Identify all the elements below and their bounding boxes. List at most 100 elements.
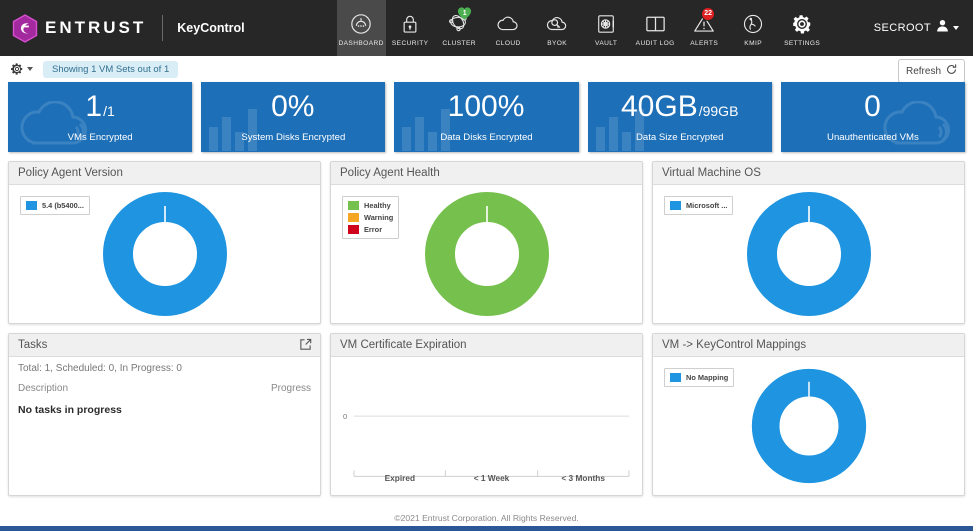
panel-vm-certificate-expiration: VM Certificate Expiration 0 Expired < 1 … [330, 333, 643, 496]
policy-agent-version-chart: 5.4 (b5400... [9, 185, 320, 323]
panel-title: Policy Agent Health [331, 162, 642, 185]
brand-name: ENTRUST [45, 18, 147, 37]
gear-icon [791, 12, 813, 36]
kpi-data-disks-encrypted[interactable]: 100% Data Disks Encrypted [394, 82, 579, 152]
kpi-label: System Disks Encrypted [241, 131, 346, 143]
donut-chart[interactable] [331, 185, 642, 323]
panel-title: Virtual Machine OS [653, 162, 964, 185]
donut-chart[interactable] [653, 185, 964, 323]
tasks-table-header: Description Progress [18, 383, 311, 394]
cluster-nodes-icon: 1 [447, 6, 472, 36]
entrust-hexagon-logo-icon [12, 13, 38, 43]
nav-item-security[interactable]: SECURITY [386, 0, 435, 56]
x-tick-label: Expired [384, 473, 416, 483]
bar-chart-icon [207, 105, 269, 152]
vm-sets-filter-pill[interactable]: Showing 1 VM Sets out of 1 [43, 60, 179, 78]
cluster-health-badge: 1 [457, 6, 472, 21]
kpi-label: Data Size Encrypted [635, 131, 724, 143]
dashboard-panels: Policy Agent Version 5.4 (b5400... Polic… [0, 152, 973, 496]
kpi-value-main: 0 [864, 89, 881, 123]
nav-items: DASHBOARD SECURITY 1 CLUSTER CLOUD BYOK … [336, 0, 827, 56]
kpi-value-suffix: /1 [103, 102, 115, 119]
user-menu[interactable]: SECROOT [874, 19, 959, 37]
footer-copyright: ©2021 Entrust Corporation. All Rights Re… [394, 513, 579, 523]
brand: ENTRUST KeyControl [0, 13, 245, 43]
panel-title: Tasks [18, 339, 48, 351]
vault-safe-icon [596, 12, 616, 36]
product-name: KeyControl [177, 21, 245, 35]
os-taskbar [0, 526, 973, 531]
x-tick-label: < 1 Week [473, 473, 510, 483]
kpi-unauthenticated-vms[interactable]: 0 Unauthenticated VMs [780, 82, 966, 152]
nav-item-alerts[interactable]: 22 ALERTS [680, 0, 729, 56]
refresh-button-label: Refresh [905, 65, 941, 77]
vm-keycontrol-mappings-chart: No Mapping [653, 357, 964, 495]
nav-item-byok[interactable]: BYOK [533, 0, 582, 56]
refresh-icon [946, 64, 957, 78]
top-navigation-bar: ENTRUST KeyControl DASHBOARD SECURITY 1 … [0, 0, 973, 56]
book-open-icon [644, 12, 667, 36]
kpi-value-main: 100% [447, 89, 525, 123]
cluster-badge-count: 1 [462, 9, 467, 17]
chevron-down-icon [953, 26, 959, 30]
nav-item-cloud[interactable]: CLOUD [484, 0, 533, 56]
filter-bar: Showing 1 VM Sets out of 1 Refresh [0, 56, 973, 83]
nav-item-audit-log[interactable]: AUDIT LOG [631, 0, 680, 56]
nav-label-cluster: CLUSTER [442, 39, 476, 47]
donut-chart[interactable] [653, 357, 964, 495]
panel-row-2: Tasks Total: 1, Scheduled: 0, In Progres… [8, 333, 965, 496]
nav-item-settings[interactable]: SETTINGS [778, 0, 827, 56]
cloud-icon [14, 100, 92, 152]
kpi-label: Data Disks Encrypted [440, 131, 533, 143]
virtual-machine-os-chart: Microsoft ... [653, 185, 964, 323]
kpi-data-size-encrypted[interactable]: 40GB/99GB Data Size Encrypted [587, 82, 772, 152]
nav-label-audit-log: AUDIT LOG [635, 39, 675, 47]
cloud-icon [496, 12, 520, 36]
kpi-value: 1/1 [85, 89, 115, 123]
lock-icon [401, 12, 419, 36]
panel-row-1: Policy Agent Version 5.4 (b5400... Polic… [8, 161, 965, 324]
warning-triangle-icon: 22 [692, 6, 716, 36]
nav-label-cloud: CLOUD [495, 39, 521, 47]
refresh-button[interactable]: Refresh [897, 59, 965, 83]
kpi-value: 0 [864, 89, 882, 123]
dashboard-gauge-icon [350, 12, 372, 36]
panel-title-row: Tasks [9, 334, 320, 357]
kpi-value: 100% [447, 89, 526, 123]
nav-item-vault[interactable]: VAULT [582, 0, 631, 56]
nav-label-alerts: ALERTS [690, 39, 719, 47]
kpi-label: Unauthenticated VMs [827, 131, 919, 143]
kpi-system-disks-encrypted[interactable]: 0% System Disks Encrypted [201, 82, 386, 152]
bar-chart-x-axis-labels: Expired < 1 Week < 3 Months [354, 473, 629, 483]
tasks-empty-message: No tasks in progress [18, 404, 122, 416]
kpi-value: 0% [271, 91, 315, 122]
kpi-vms-encrypted[interactable]: 1/1 VMs Encrypted [8, 82, 193, 152]
external-link-icon[interactable] [299, 338, 312, 354]
donut-chart[interactable] [9, 185, 320, 323]
panel-tasks: Tasks Total: 1, Scheduled: 0, In Progres… [8, 333, 321, 496]
app-window: ENTRUST KeyControl DASHBOARD SECURITY 1 … [0, 0, 973, 531]
panel-title: VM Certificate Expiration [331, 334, 642, 357]
nav-label-byok: BYOK [547, 39, 568, 47]
panel-title: Policy Agent Version [9, 162, 320, 185]
nav-label-dashboard: DASHBOARD [338, 39, 384, 47]
nav-item-dashboard[interactable]: DASHBOARD [336, 0, 386, 56]
panel-virtual-machine-os: Virtual Machine OS Microsoft ... [652, 161, 965, 324]
kpi-value-main: 1 [85, 89, 103, 123]
nav-item-cluster[interactable]: 1 CLUSTER [435, 0, 484, 56]
tasks-summary: Total: 1, Scheduled: 0, In Progress: 0 [18, 363, 182, 374]
nav-item-kmip[interactable]: KMIP [729, 0, 778, 56]
chevron-down-icon [27, 67, 33, 71]
x-tick-label: < 3 Months [561, 473, 605, 483]
kpi-label: VMs Encrypted [67, 131, 133, 143]
user-icon [936, 19, 949, 37]
tasks-body: Total: 1, Scheduled: 0, In Progress: 0 D… [9, 357, 320, 495]
panel-policy-agent-version: Policy Agent Version 5.4 (b5400... [8, 161, 321, 324]
gear-dropdown-icon[interactable] [10, 62, 33, 76]
kmip-icon [742, 12, 764, 36]
brand-divider [162, 15, 164, 41]
kpi-value: 40GB/99GB [621, 91, 738, 122]
panel-policy-agent-health: Policy Agent Health Healthy Warning Erro… [330, 161, 643, 324]
vm-certificate-expiration-chart[interactable]: 0 Expired < 1 Week < 3 Months [331, 357, 642, 495]
user-name: SECROOT [873, 22, 931, 34]
